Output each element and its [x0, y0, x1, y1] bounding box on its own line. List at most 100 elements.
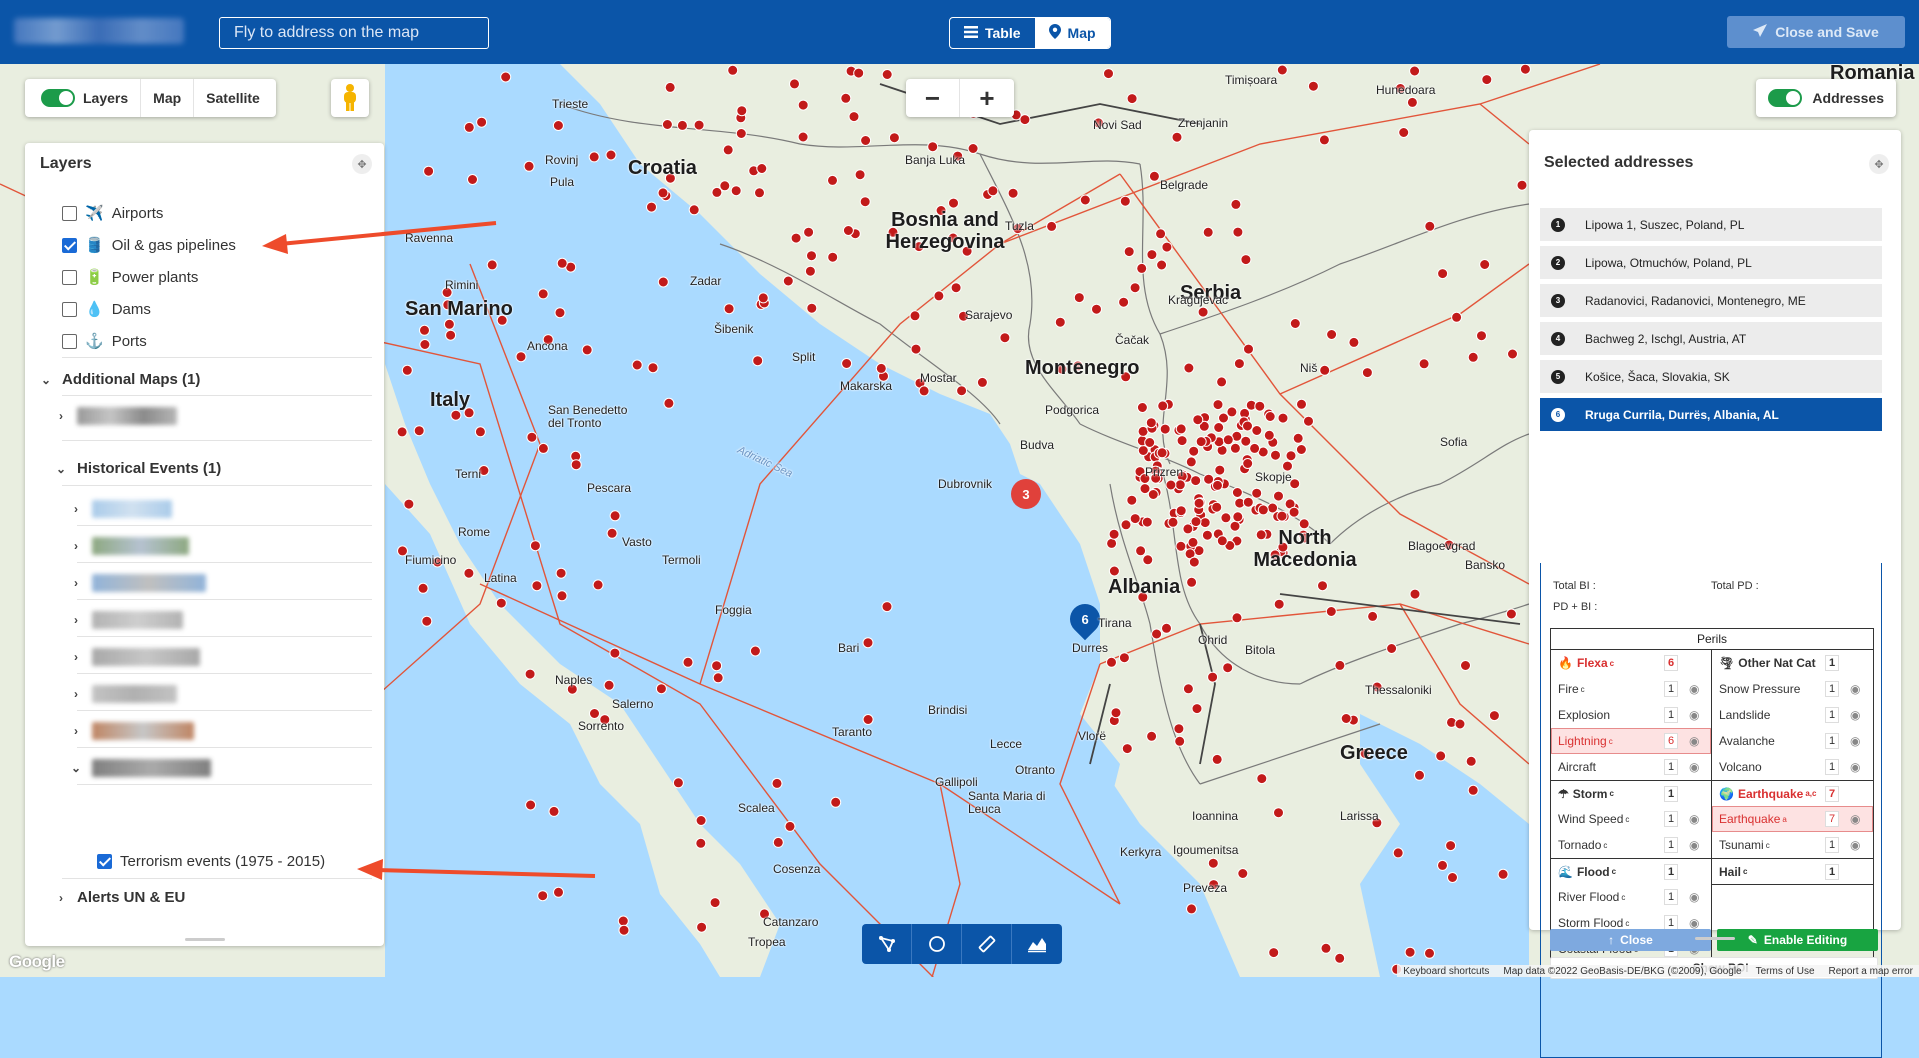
keyboard-shortcuts-link[interactable]: Keyboard shortcuts	[1403, 966, 1489, 977]
terrorism-event-marker[interactable]	[695, 815, 707, 826]
section-historical-events[interactable]: ⌄ Historical Events (1)	[55, 460, 221, 477]
terrorism-event-marker[interactable]	[1257, 504, 1269, 516]
terrorism-event-marker[interactable]	[797, 99, 809, 111]
terrorism-event-marker[interactable]	[617, 915, 629, 927]
terrorism-event-marker[interactable]	[688, 204, 700, 216]
terrorism-event-marker[interactable]	[1129, 513, 1141, 525]
terrorism-event-marker[interactable]	[548, 805, 560, 817]
terrorism-event-marker[interactable]	[1126, 93, 1138, 105]
terrorism-event-marker[interactable]	[789, 78, 800, 90]
terrorism-event-marker[interactable]	[537, 442, 549, 454]
terrorism-event-marker[interactable]	[1276, 510, 1288, 522]
terrorism-event-marker[interactable]	[1249, 442, 1261, 454]
terrorism-event-marker[interactable]	[1414, 769, 1425, 781]
terrorism-event-marker[interactable]	[1190, 475, 1202, 487]
terrorism-event-marker[interactable]	[1108, 528, 1120, 540]
terrorism-event-marker[interactable]	[967, 143, 979, 154]
terrorism-event-marker[interactable]	[396, 426, 408, 438]
terrorism-event-marker[interactable]	[1273, 490, 1284, 502]
terrorism-event-marker[interactable]	[711, 660, 723, 672]
terrorism-event-marker[interactable]	[976, 376, 988, 388]
terrorism-event-marker[interactable]	[1254, 400, 1266, 412]
terrorism-event-marker[interactable]	[1229, 520, 1241, 532]
terrorism-event-marker[interactable]	[1195, 436, 1207, 448]
terrorism-event-marker[interactable]	[806, 302, 818, 314]
terrorism-event-marker[interactable]	[1251, 425, 1263, 436]
terrorism-event-marker[interactable]	[1121, 743, 1133, 755]
terrorism-event-marker[interactable]	[888, 132, 900, 144]
terrorism-event-marker[interactable]	[1516, 179, 1528, 191]
terrorism-event-marker[interactable]	[1118, 296, 1130, 308]
address-list-item[interactable]: 2 Lipowa, Otmuchów, Poland, PL	[1540, 246, 1882, 279]
tab-table[interactable]: Table	[950, 18, 1035, 48]
terrorism-event-marker[interactable]	[1173, 723, 1185, 735]
terrorism-event-marker[interactable]	[476, 116, 488, 128]
terrorism-event-marker[interactable]	[1214, 464, 1226, 476]
terrorism-event-marker[interactable]	[523, 160, 535, 172]
terrorism-event-marker[interactable]	[556, 590, 568, 602]
terrorism-event-marker[interactable]	[1340, 713, 1352, 724]
terrorism-event-marker[interactable]	[1129, 282, 1141, 294]
terrorism-event-marker[interactable]	[1146, 249, 1158, 261]
terrorism-event-marker[interactable]	[618, 924, 630, 936]
map-type-satellite-button[interactable]: Satellite	[194, 79, 272, 117]
terrorism-event-marker[interactable]	[1188, 556, 1200, 568]
historical-event-item[interactable]: ›	[70, 574, 206, 592]
additional-map-item[interactable]: ›	[55, 407, 177, 425]
terrorism-event-marker[interactable]	[403, 498, 415, 510]
terrorism-event-marker[interactable]	[1211, 501, 1223, 513]
terrorism-event-marker[interactable]	[1213, 422, 1225, 433]
eye-icon[interactable]: ◉	[1850, 708, 1860, 722]
historical-event-item[interactable]: ⌄	[70, 759, 211, 777]
terrorism-event-marker[interactable]	[1264, 411, 1276, 422]
terrorism-event-marker[interactable]	[860, 135, 872, 146]
terrorism-event-marker[interactable]	[730, 185, 742, 197]
terrorism-event-marker[interactable]	[1119, 195, 1131, 207]
terrorism-event-marker[interactable]	[1326, 329, 1338, 340]
terrorism-event-marker[interactable]	[1156, 447, 1168, 459]
terrorism-event-marker[interactable]	[1207, 857, 1219, 869]
eye-icon[interactable]: ◉	[1850, 812, 1860, 826]
terrorism-event-marker[interactable]	[401, 364, 413, 376]
terrorism-event-marker[interactable]	[754, 187, 765, 199]
terrorism-event-marker[interactable]	[1231, 487, 1243, 498]
terrorism-event-marker[interactable]	[657, 187, 669, 199]
terrorism-event-marker[interactable]	[1165, 479, 1177, 491]
terrorism-event-marker[interactable]	[862, 714, 874, 725]
terrorism-event-marker[interactable]	[421, 615, 433, 627]
terrorism-event-marker[interactable]	[1334, 952, 1346, 964]
terrorism-event-marker[interactable]	[500, 71, 512, 83]
terrorism-event-marker[interactable]	[1460, 660, 1471, 671]
terrorism-event-marker[interactable]	[1488, 710, 1500, 722]
terrorism-event-marker[interactable]	[657, 276, 669, 288]
terrorism-event-marker[interactable]	[1182, 683, 1194, 695]
zoom-out-button[interactable]: −	[906, 79, 960, 117]
terrorism-event-marker[interactable]	[711, 186, 723, 198]
historical-event-item[interactable]: ›	[70, 722, 194, 740]
terrorism-event-marker[interactable]	[1273, 807, 1284, 819]
historical-event-item[interactable]: ›	[70, 537, 189, 555]
terrorism-event-marker[interactable]	[1334, 659, 1346, 671]
terrorism-event-marker[interactable]	[1144, 437, 1156, 448]
terrorism-event-marker[interactable]	[1157, 400, 1169, 412]
street-view-pegman[interactable]	[331, 79, 369, 117]
terrorism-event-marker[interactable]	[495, 597, 507, 609]
terrorism-event-marker[interactable]	[1147, 489, 1159, 500]
terrorism-event-marker[interactable]	[1256, 773, 1268, 785]
historical-event-item[interactable]: ›	[70, 648, 200, 666]
terrorism-event-marker[interactable]	[592, 579, 604, 591]
terrorism-event-marker[interactable]	[588, 151, 600, 163]
terrorism-event-marker[interactable]	[1467, 784, 1479, 796]
terrorism-event-marker[interactable]	[1220, 512, 1232, 524]
terrorism-event-marker[interactable]	[1507, 348, 1518, 360]
layer-power-plants[interactable]: 🔋 Power plants	[62, 268, 198, 286]
terrorism-event-marker[interactable]	[1232, 226, 1244, 238]
terrorism-event-marker[interactable]	[696, 921, 708, 933]
terrorism-event-marker[interactable]	[881, 601, 893, 613]
terrorism-event-marker[interactable]	[709, 897, 721, 909]
terrorism-event-marker[interactable]	[1106, 656, 1117, 668]
terrorism-event-marker[interactable]	[1222, 434, 1234, 446]
terms-link[interactable]: Terms of Use	[1756, 966, 1815, 977]
terrorism-event-marker[interactable]	[1159, 423, 1171, 435]
terrorism-event-marker[interactable]	[1106, 537, 1118, 549]
